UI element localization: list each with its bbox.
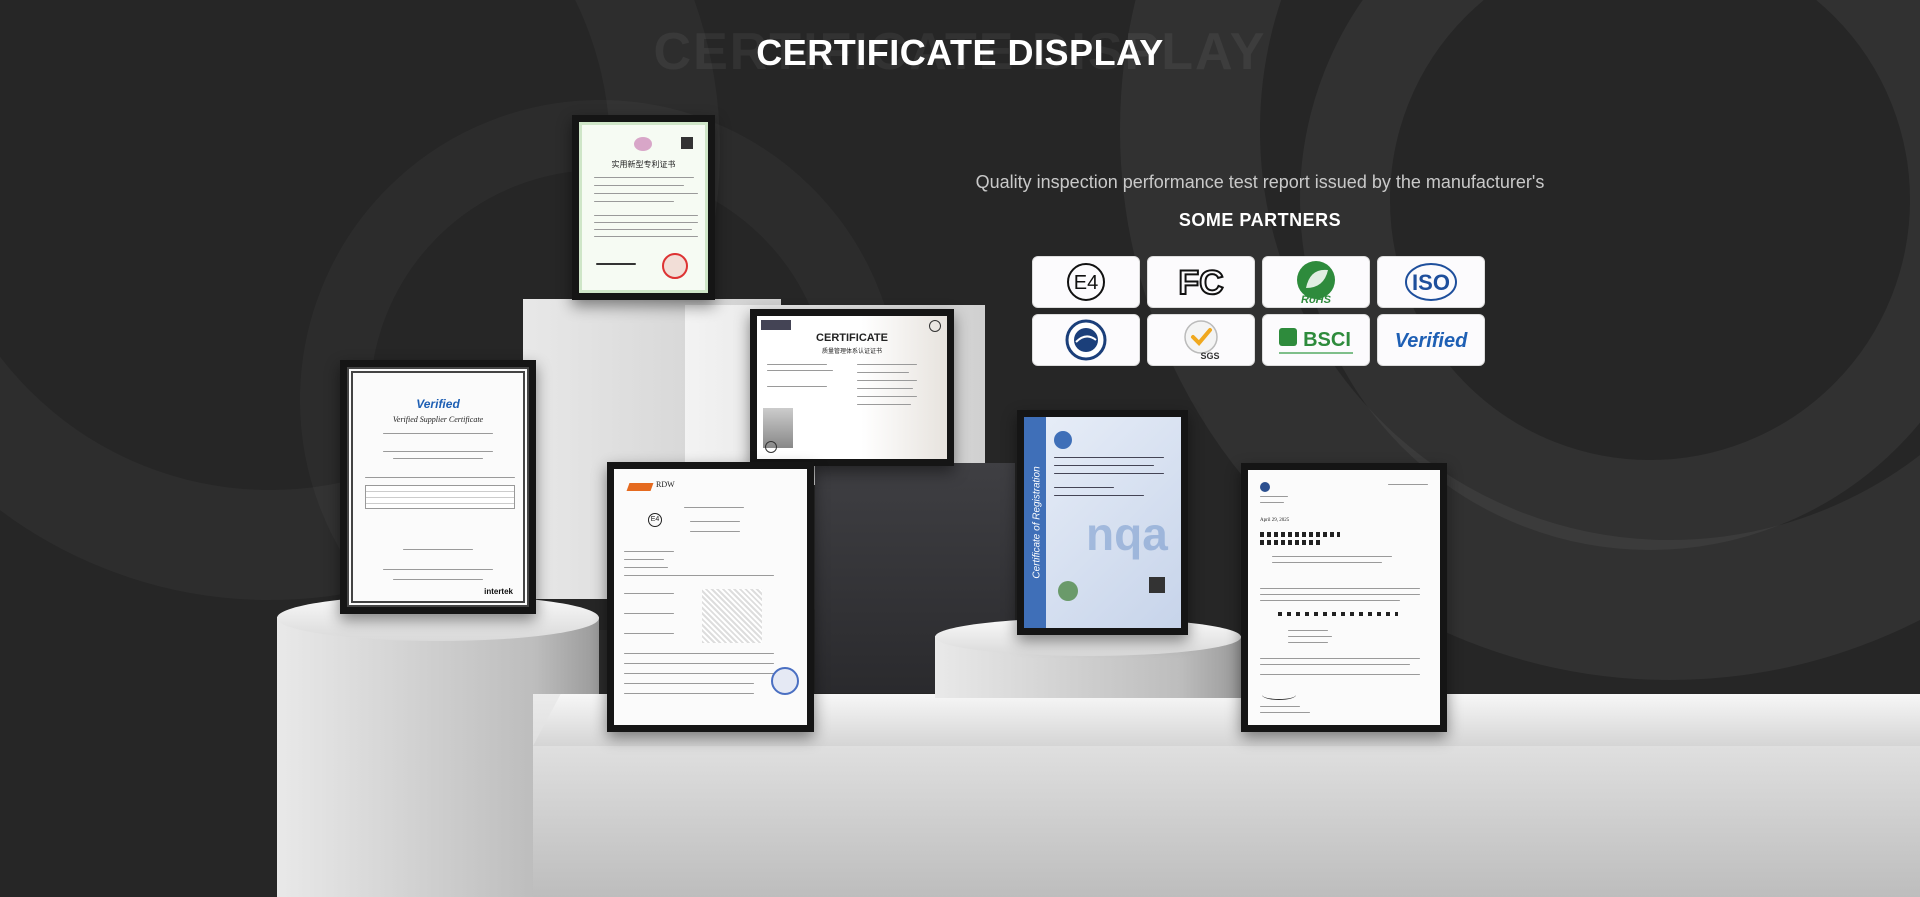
iso-logo-icon: ISO: [1405, 263, 1457, 301]
quality-logo-icon: [761, 320, 791, 330]
dot-seal-icon: [1065, 319, 1107, 361]
svg-text:SGS: SGS: [1200, 351, 1219, 361]
partner-logo-fcc[interactable]: FC: [1147, 256, 1255, 308]
sgs-check-icon: SGS: [1184, 320, 1220, 361]
rdw-logo-icon: [626, 483, 654, 491]
partner-logo-e4[interactable]: E4: [1032, 256, 1140, 308]
certificate-heading: CERTIFICATE: [816, 332, 888, 344]
intertek-logo: intertek: [484, 587, 513, 596]
e4-mark-icon: E4: [1067, 263, 1105, 301]
partners-heading: SOME PARTNERS: [1178, 210, 1342, 230]
certificate-rdw[interactable]: RDW E4: [607, 462, 814, 732]
partner-logo-sgs[interactable]: SGS: [1147, 314, 1255, 366]
certificate-brand: Verified: [416, 397, 460, 411]
nqa-logo-icon: [1054, 431, 1072, 449]
certificate-heading: Verified Supplier Certificate: [392, 415, 484, 424]
redacted-block: [1278, 612, 1398, 616]
partner-logo-bsci[interactable]: BSCI: [1262, 314, 1370, 366]
hhs-logo-icon: [1260, 482, 1270, 492]
subtitle: Quality inspection performance test repo…: [975, 172, 1545, 192]
bsci-logo-icon: BSCI: [1279, 328, 1353, 354]
partner-logo-iso[interactable]: ISO: [1377, 256, 1485, 308]
signature: [1262, 690, 1296, 700]
fcc-logo-icon: FC: [1177, 263, 1224, 303]
partner-logos: E4 FC RoHS ISO SGS BSCI Verified: [1032, 256, 1492, 366]
partner-logo-dot[interactable]: [1032, 314, 1140, 366]
e4-mark-icon: E4: [648, 513, 662, 527]
qr-code-icon: [1149, 577, 1165, 593]
zoom-icon[interactable]: [765, 441, 777, 453]
svg-text:RoHS: RoHS: [1301, 294, 1332, 306]
certificate-heading: 实用新型专利证书: [611, 160, 676, 169]
verified-logo-icon: Verified: [1395, 330, 1468, 352]
certificate-quality[interactable]: CERTIFICATE 质量管理体系认证证书: [750, 309, 954, 466]
blue-stamp-icon: [771, 667, 799, 695]
page-title: CERTIFICATE DISPLAY: [756, 32, 1164, 73]
certificate-brand: nqa: [1086, 508, 1168, 560]
letter-date: April 29, 2025: [1260, 518, 1290, 523]
partner-logo-rohs[interactable]: RoHS: [1262, 256, 1370, 308]
accreditation-icon: [1058, 581, 1078, 601]
svg-text:ISO: ISO: [1412, 270, 1450, 295]
certificate-patent[interactable]: 实用新型专利证书: [572, 115, 715, 300]
certificate-fda-letter[interactable]: April 29, 2025: [1241, 463, 1447, 732]
certificate-verified-supplier[interactable]: Verified Verified Supplier Certificate i…: [340, 360, 536, 614]
svg-text:Verified: Verified: [1395, 330, 1468, 352]
certificate-subheading: 质量管理体系认证证书: [821, 349, 882, 355]
redacted-block: [1260, 532, 1340, 537]
red-stamp-icon: [662, 253, 688, 279]
rohs-leaf-icon: RoHS: [1297, 261, 1335, 306]
svg-text:BSCI: BSCI: [1303, 329, 1351, 351]
svg-text:FC: FC: [1178, 264, 1223, 302]
assessment-table: [365, 485, 515, 509]
svg-text:E4: E4: [1074, 272, 1098, 294]
redacted-block: [1260, 540, 1320, 545]
zoom-icon[interactable]: [929, 320, 941, 332]
partner-logo-verified[interactable]: Verified: [1377, 314, 1485, 366]
certificate-nqa[interactable]: Certificate of Registration nqa: [1017, 410, 1188, 635]
certificate-brand: RDW: [656, 480, 675, 489]
redacted-block: [702, 589, 762, 643]
certificate-side-text: Certificate of Registration: [1031, 466, 1043, 579]
qr-code-icon: [681, 137, 693, 149]
patent-emblem-icon: [634, 137, 652, 151]
